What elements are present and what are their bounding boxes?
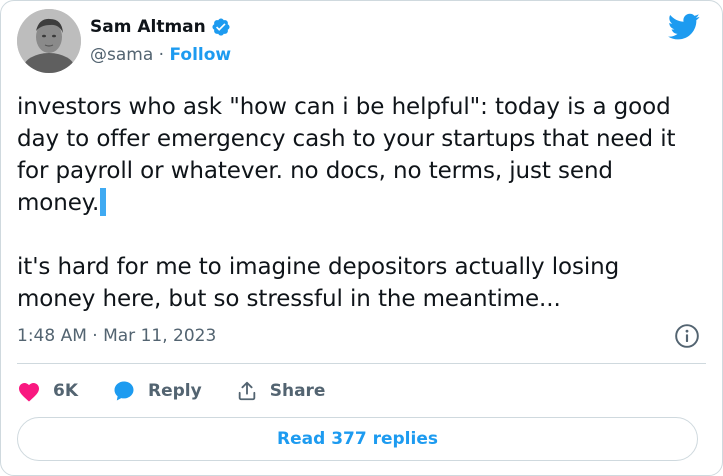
share-label: Share [269, 381, 326, 401]
text-cursor [100, 188, 107, 216]
heart-icon [19, 383, 39, 402]
verified-badge-icon [212, 18, 230, 36]
tweet-text: investors who ask "how can i be helpful"… [17, 91, 697, 315]
avatar[interactable] [17, 9, 81, 73]
read-replies-button[interactable]: Read 377 replies [17, 417, 698, 461]
info-icon[interactable] [674, 323, 700, 349]
tweet-timestamp[interactable]: 1:48 AM · Mar 11, 2023 [17, 326, 216, 346]
avatar-photo-icon [17, 9, 81, 73]
tweet-actions: 6K Reply Share [17, 374, 359, 408]
follow-link[interactable]: Follow [169, 45, 231, 65]
tweet-paragraph-2: it's hard for me to imagine depositors a… [17, 254, 620, 312]
reply-label: Reply [148, 381, 202, 401]
like-count: 6K [53, 381, 79, 401]
read-replies-label: Read 377 replies [277, 429, 438, 449]
speech-bubble-icon [114, 381, 134, 401]
author-name[interactable]: Sam Altman [90, 17, 206, 37]
share-button[interactable]: Share [236, 380, 326, 402]
reply-button[interactable]: Reply [112, 379, 202, 403]
tweet-paragraph-1-text: investors who ask "how can i be helpful"… [17, 94, 676, 216]
tweet-embed-card: Sam Altman @sama · Follow investors who … [0, 0, 723, 476]
handle-separator: · [158, 45, 165, 65]
divider [17, 363, 706, 364]
like-button[interactable]: 6K [17, 380, 78, 402]
author-handle[interactable]: @sama [90, 45, 153, 65]
author-handle-row: @sama · Follow [90, 45, 231, 65]
twitter-bird-icon[interactable] [668, 13, 700, 41]
share-upload-icon [238, 381, 255, 401]
tweet-paragraph-1: investors who ask "how can i be helpful"… [17, 91, 697, 219]
author-name-row: Sam Altman [90, 17, 231, 37]
